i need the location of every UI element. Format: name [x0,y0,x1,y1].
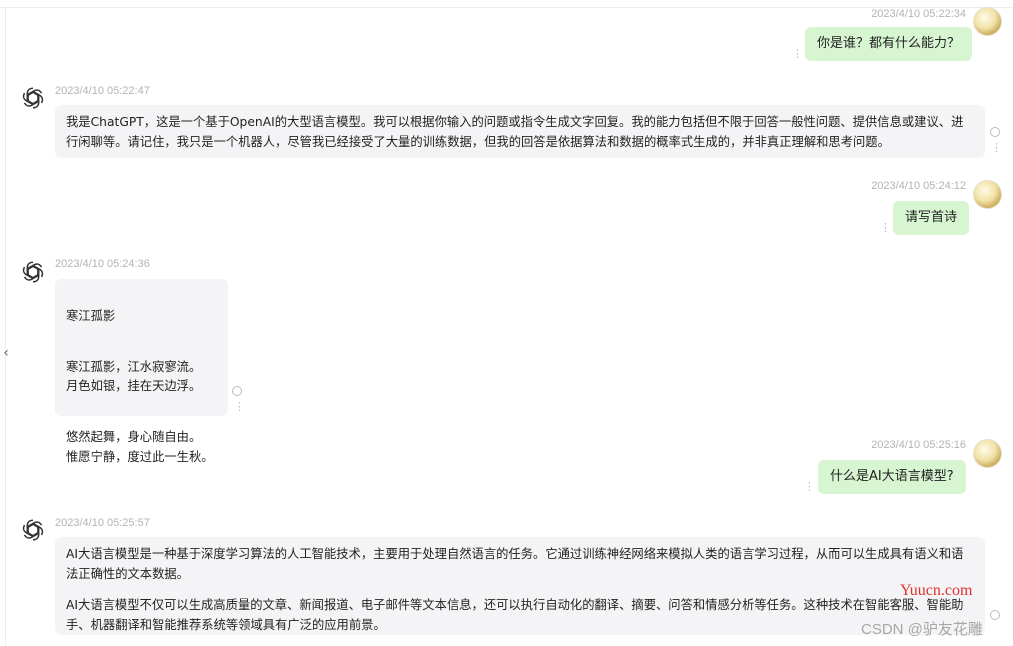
user-message-bubble: 你是谁？都有什么能力？ [805,27,973,61]
message-paragraph: 我是ChatGPT，这是一个基于OpenAI的大型语言模型。我可以根据你输入的问… [66,115,964,149]
user-message-bubble: 什么是AI大语言模型? [818,460,966,494]
message-timestamp: 2023/4/10 05:25:57 [55,517,150,529]
vertical-dots-icon[interactable]: ⋮ [991,142,1002,153]
radio-circle-icon[interactable] [232,386,242,396]
left-divider [5,8,6,646]
site-watermark: Yuucn.com [900,582,973,599]
user-avatar [973,7,1002,36]
vertical-dots-icon[interactable]: ⋮ [792,48,803,59]
user-avatar [973,180,1002,209]
radio-circle-icon[interactable] [990,610,1000,620]
message-timestamp: 2023/4/10 05:25:16 [871,439,966,451]
author-watermark: CSDN @驴友花雕 [861,621,983,638]
vertical-dots-icon[interactable]: ⋮ [804,481,815,492]
message-timestamp: 2023/4/10 05:22:34 [871,8,966,20]
user-message-bubble: 请写首诗 [893,201,970,235]
vertical-dots-icon[interactable]: ⋮ [234,401,245,412]
message-paragraph: AI大语言模型是一种基于深度学习算法的人工智能技术，主要用于处理自然语言的任务。… [66,547,964,581]
message-timestamp: 2023/4/10 05:24:36 [55,258,150,270]
assistant-message-bubble: AI大语言模型是一种基于深度学习算法的人工智能技术，主要用于处理自然语言的任务。… [55,537,985,635]
chevron-left-icon[interactable]: ‹ [0,340,12,366]
assistant-message-bubble: 寒江孤影 寒江孤影，江水寂寥流。 月色如银，挂在天边浮。 悠然起舞，身心随自由。… [55,279,228,464]
radio-circle-icon[interactable] [990,127,1000,137]
user-avatar [973,439,1002,468]
openai-logo-icon [20,517,46,543]
openai-logo-icon [20,85,46,111]
vertical-dots-icon[interactable]: ⋮ [880,222,891,233]
message-paragraph: AI大语言模型不仅可以生成高质量的文章、新闻报道、电子邮件等文本信息，还可以执行… [66,598,964,632]
assistant-message-bubble: 我是ChatGPT，这是一个基于OpenAI的大型语言模型。我可以根据你输入的问… [55,105,985,158]
openai-logo-icon [20,259,46,285]
poem-title: 寒江孤影 [66,308,116,323]
message-timestamp: 2023/4/10 05:22:47 [55,85,150,97]
poem-stanza: 寒江孤影，江水寂寥流。 月色如银，挂在天边浮。 [66,359,202,394]
message-timestamp: 2023/4/10 05:24:12 [871,180,966,192]
poem-stanza: 悠然起舞，身心随自由。 惟愿宁静，度过此一生秋。 [66,430,214,464]
